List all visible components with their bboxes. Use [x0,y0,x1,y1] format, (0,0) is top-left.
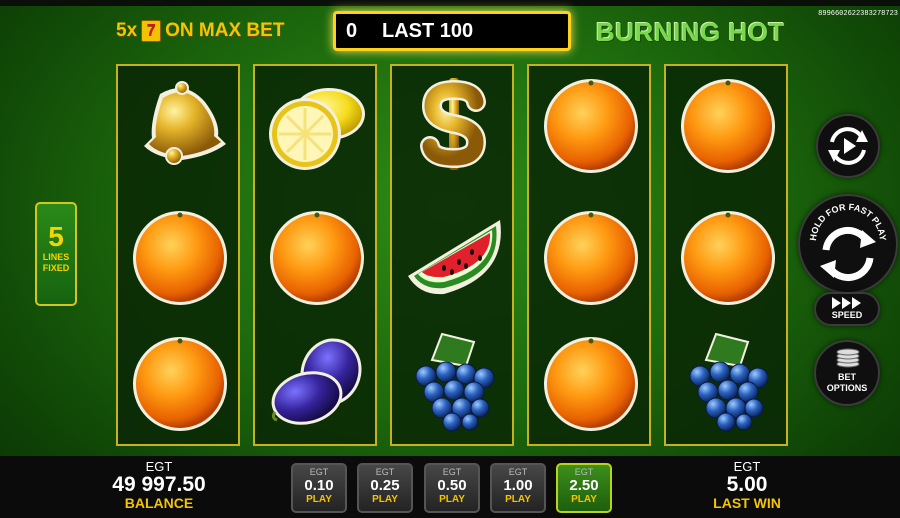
coins-icon [836,348,860,368]
speed-label: SPEED [831,310,863,320]
spin-label: HOLD FOR FAST PLAY [808,202,888,241]
bet-currency: EGT [309,467,329,477]
bet-options-label-1: BET [838,372,856,382]
bet-value: 0.10 [304,477,334,494]
bet-currency: EGT [574,467,594,477]
max-bet-text: ON MAX BET [165,20,285,41]
bet-value: 0.50 [437,477,467,494]
orange-symbol [541,332,641,432]
lines-label-1: LINES [42,252,70,262]
bet-options-label-2: OPTIONS [826,383,868,393]
game-title: BURNING HOT [596,17,785,47]
last-win-currency: EGT [733,459,761,474]
reel-4 [527,64,651,446]
bet-button-0.10[interactable]: EGT 0.10 PLAY [291,463,347,513]
bet-label: PLAY [372,494,398,505]
balance-value: 49 997.50 [112,473,206,496]
balance-display: EGT 49 997.50 BALANCE [100,459,218,510]
reel-2 [253,64,377,446]
svg-text:HOLD FOR FAST PLAY: HOLD FOR FAST PLAY [808,202,888,241]
dollar-symbol [404,74,504,174]
bet-label: PLAY [439,494,465,505]
bet-button-2.50[interactable]: EGT 2.50 PLAY [556,463,612,513]
orange-symbol [541,206,641,306]
spin-button[interactable]: HOLD FOR FAST PLAY [798,194,898,294]
orange-symbol [267,206,367,306]
bet-label: PLAY [571,494,597,505]
fast-forward-icon [832,297,861,309]
last-win-label: LAST WIN [713,495,781,511]
last-count: 0 [346,19,358,42]
max-bet-banner: 5x 7 ON MAX BET [116,20,284,42]
bet-value: 0.25 [370,477,400,494]
seven-icon: 7 [141,20,162,42]
reel-5 [664,64,788,446]
spin-icon: HOLD FOR FAST PLAY [808,202,888,281]
bet-options-button[interactable]: BET OPTIONS [814,340,880,406]
watermelon-symbol [404,206,504,306]
bet-currency: EGT [375,467,395,477]
reel-3 [390,64,514,446]
autoplay-icon [828,127,868,165]
bet-value: 1.00 [503,477,533,494]
lemon-symbol [267,74,367,174]
orange-symbol [130,206,230,306]
speed-button[interactable]: SPEED [814,292,880,326]
lines-label-2: FIXED [42,263,70,273]
last-win-display: EGT 5.00 LAST WIN [700,459,794,510]
autoplay-button[interactable] [816,114,880,178]
round-code: 8996602622383278723 [818,10,898,18]
top-bar [0,0,900,6]
last-100-panel[interactable]: 0 LAST 100 [333,11,571,51]
grapes-symbol [678,332,778,432]
plum-symbol [267,332,367,432]
reel-1 [116,64,240,446]
orange-symbol [130,332,230,432]
last-100-label: LAST 100 [382,19,474,42]
bet-label: PLAY [505,494,531,505]
bet-button-0.50[interactable]: EGT 0.50 PLAY [424,463,480,513]
lines-count: 5 [48,221,64,252]
bet-currency: EGT [442,467,462,477]
balance-label: BALANCE [124,495,194,511]
orange-symbol [678,206,778,306]
grapes-symbol [404,332,504,432]
last-win-value: 5.00 [726,473,768,496]
bet-value: 2.50 [569,477,599,494]
bet-currency: EGT [508,467,528,477]
balance-currency: EGT [145,459,173,474]
bet-button-1.00[interactable]: EGT 1.00 PLAY [490,463,546,513]
orange-symbol [541,74,641,174]
orange-symbol [678,74,778,174]
bet-label: PLAY [306,494,332,505]
multiplier-text: 5x [116,20,138,41]
bell-symbol [130,74,230,174]
bet-button-0.25[interactable]: EGT 0.25 PLAY [357,463,413,513]
lines-fixed-indicator: 5 LINES FIXED [35,202,77,306]
